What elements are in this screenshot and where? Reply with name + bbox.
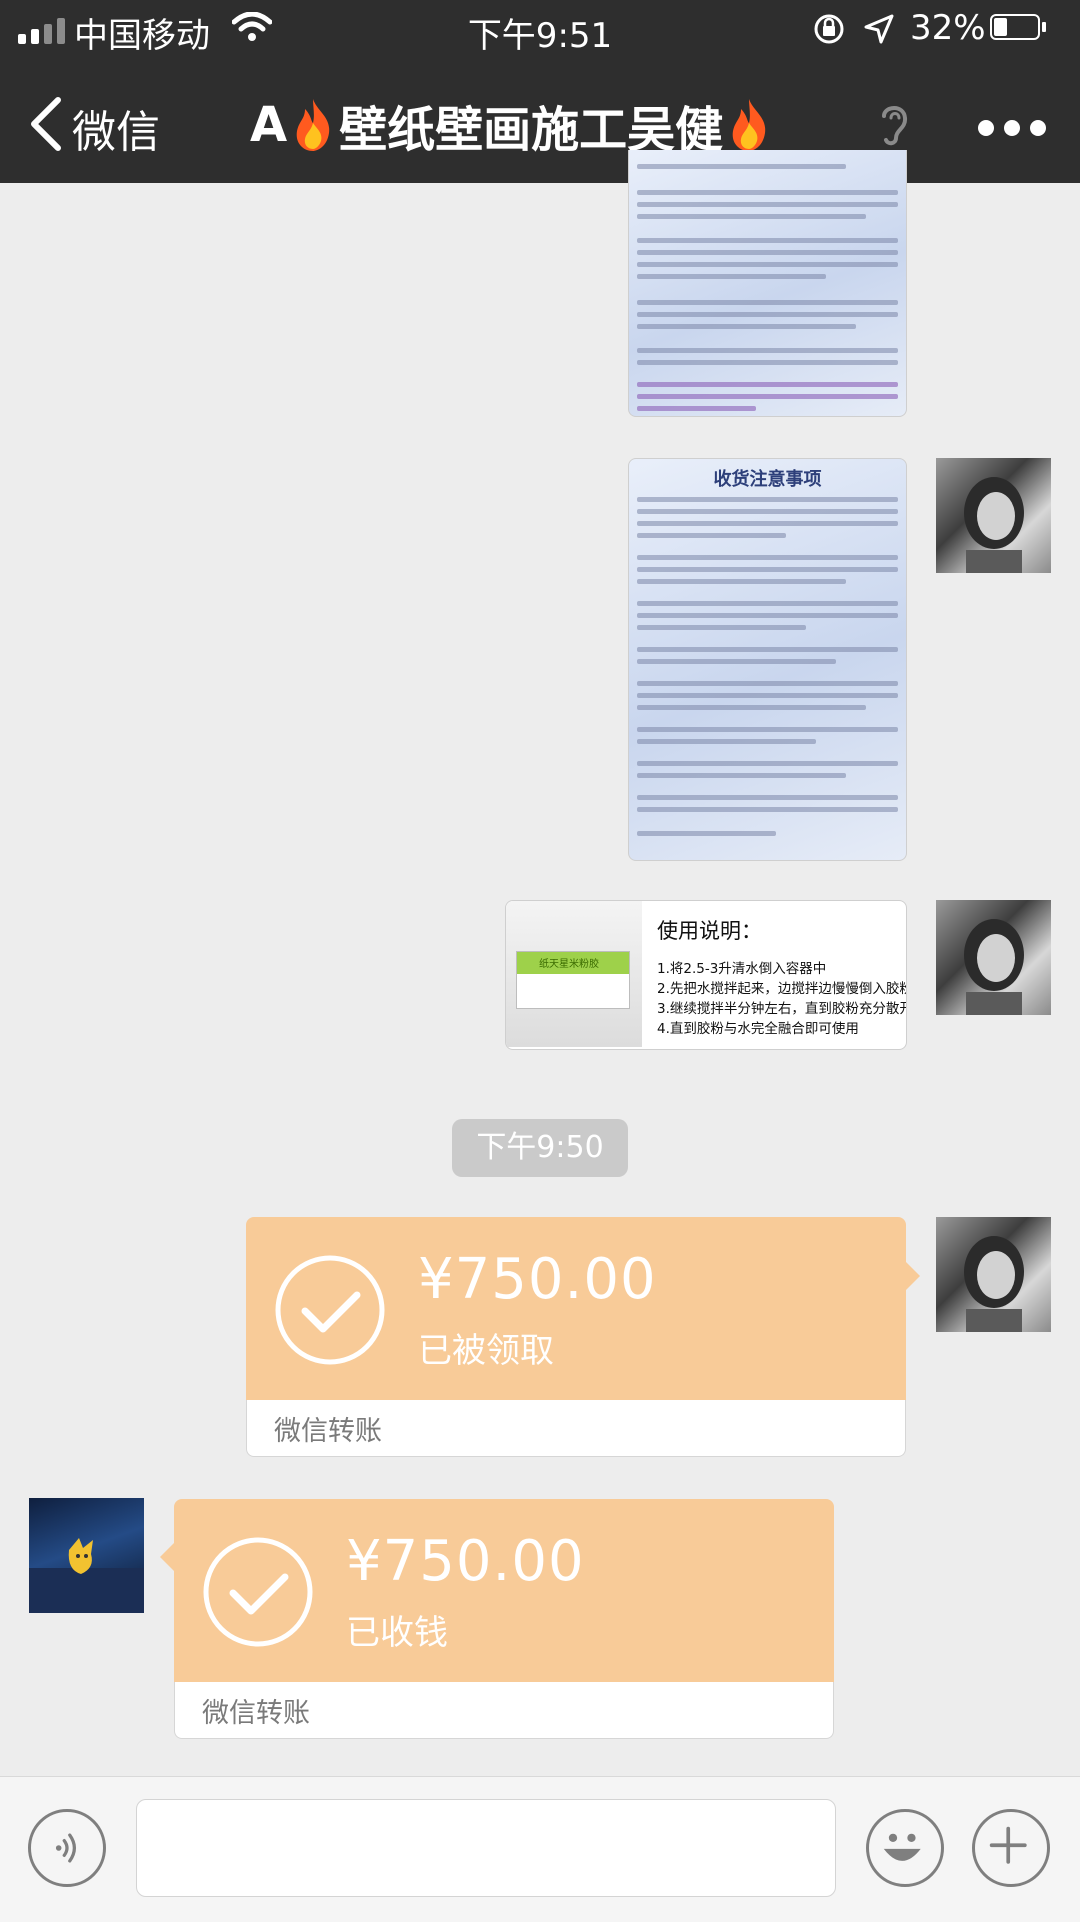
transfer-footer: 微信转账 <box>274 1416 382 1447</box>
back-chevron-icon[interactable] <box>26 96 66 152</box>
plus-button[interactable] <box>972 1809 1050 1887</box>
ear-icon <box>882 106 908 146</box>
transfer-sent-card[interactable]: ¥750.00 已被领取 微信转账 <box>246 1217 906 1457</box>
check-circle-icon <box>275 1255 385 1365</box>
input-bar <box>0 1776 1080 1922</box>
avatar-self[interactable] <box>936 1217 1051 1332</box>
emoji-button[interactable] <box>866 1809 944 1887</box>
doc-title: 收货注意事项 <box>713 469 822 490</box>
title-prefix: A <box>250 97 288 153</box>
avatar-self[interactable] <box>936 900 1051 1015</box>
flame-icon <box>732 99 766 151</box>
instruction-line: 2.先把水搅拌起来，边搅拌边慢慢倒入胶粉 <box>657 981 907 997</box>
bubble-tail <box>160 1543 174 1571</box>
image-message-usage-instructions[interactable]: 纸天星米粉胶 使用说明： 1.将2.5-3升清水倒入容器中 2.先把水搅拌起来，… <box>505 900 907 1050</box>
battery-icon <box>990 14 1040 40</box>
product-photo: 纸天星米粉胶 <box>506 901 642 1047</box>
avatar-contact[interactable] <box>29 1498 144 1613</box>
voice-icon <box>55 1833 76 1863</box>
image-message-notes-continued[interactable] <box>628 150 907 417</box>
transfer-received-card[interactable]: ¥750.00 已收钱 微信转账 <box>174 1499 834 1739</box>
instructions-heading: 使用说明： <box>657 919 762 943</box>
battery-percent: 32% <box>910 8 986 48</box>
plus-icon <box>989 1826 1027 1864</box>
transfer-status: 已收钱 <box>346 1613 448 1653</box>
image-message-delivery-notes[interactable]: 收货注意事项 <box>628 458 907 861</box>
battery-tip <box>1042 22 1046 32</box>
check-circle-icon <box>203 1537 313 1647</box>
transfer-amount: ¥750.00 <box>346 1529 585 1594</box>
emoji-icon <box>883 1833 921 1861</box>
flame-icon <box>296 99 330 151</box>
location-icon <box>864 14 894 44</box>
message-input[interactable] <box>136 1799 836 1897</box>
transfer-footer: 微信转账 <box>202 1698 310 1729</box>
more-icon[interactable] <box>978 120 1046 136</box>
back-button[interactable]: 微信 <box>72 96 160 160</box>
product-label: 纸天星米粉胶 <box>539 959 599 970</box>
orientation-lock-icon <box>814 14 844 44</box>
top-bar: 中国移动 下午9:51 32% 微信 A 壁纸壁画施工吴健 <box>0 0 1080 183</box>
voice-button[interactable] <box>28 1809 106 1887</box>
instruction-line: 4.直到胶粉与水完全融合即可使用 <box>657 1021 859 1037</box>
avatar-self[interactable] <box>936 458 1051 573</box>
status-bar: 中国移动 下午9:51 32% <box>0 0 1080 60</box>
transfer-amount: ¥750.00 <box>418 1247 657 1312</box>
transfer-status: 已被领取 <box>418 1331 554 1371</box>
instruction-line: 1.将2.5-3升清水倒入容器中 <box>657 961 827 977</box>
chat-timestamp: 下午9:50 <box>452 1119 628 1177</box>
bubble-tail <box>906 1262 920 1290</box>
nav-bar: 微信 A 壁纸壁画施工吴健 <box>0 60 1080 183</box>
instruction-line: 3.继续搅拌半分钟左右，直到胶粉充分散开 <box>657 1001 907 1017</box>
